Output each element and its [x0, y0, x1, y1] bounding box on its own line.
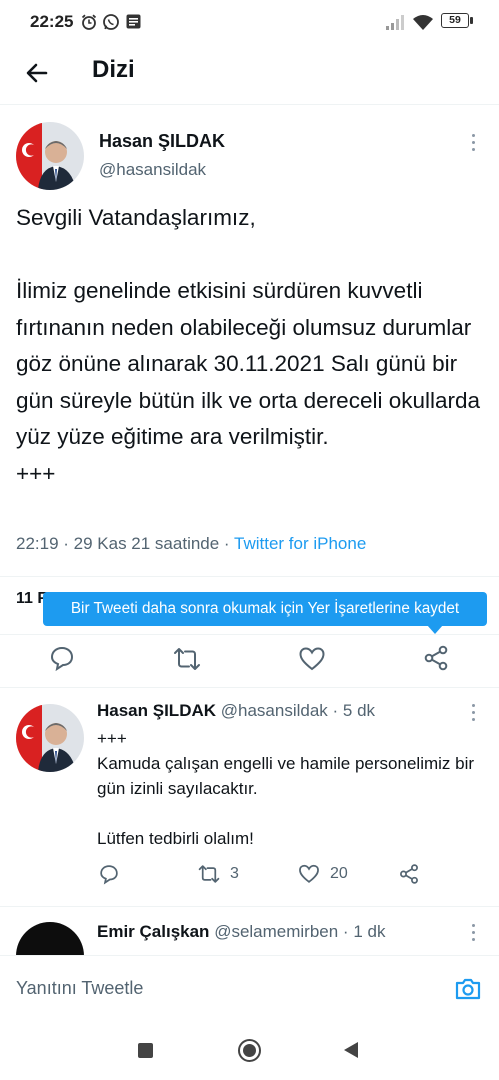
reply-icon[interactable]	[48, 644, 76, 672]
status-time: 22:25	[30, 12, 74, 31]
back-button[interactable]	[343, 1041, 359, 1059]
next-handle-time[interactable]: @selamemirben · 1 dk	[214, 922, 385, 941]
tweet-timestamp: 22:19 · 29 Kas 21 saatinde ·	[16, 534, 235, 553]
battery-icon: 59	[441, 13, 469, 28]
recent-apps-button[interactable]	[138, 1043, 153, 1058]
avatar[interactable]	[16, 704, 84, 772]
system-nav-bar	[0, 1021, 499, 1080]
battery-tip	[470, 17, 473, 24]
author-handle[interactable]: @hasansildak	[99, 160, 206, 180]
more-options-icon[interactable]	[472, 924, 476, 945]
reply-composer[interactable]: Yanıtını Tweetle	[0, 955, 499, 1022]
camera-icon[interactable]	[454, 975, 482, 1003]
like-icon[interactable]	[298, 863, 320, 885]
avatar-image	[16, 704, 84, 772]
more-options-icon[interactable]	[472, 704, 476, 725]
whatsapp-icon	[103, 14, 119, 30]
tweet-meta: 22:19 · 29 Kas 21 saatinde · Twitter for…	[16, 534, 366, 554]
bookmark-tooltip[interactable]: Bir Tweeti daha sonra okumak için Yer İş…	[43, 592, 487, 626]
share-icon[interactable]	[398, 863, 420, 885]
alarm-icon	[81, 14, 97, 30]
reply-handle-time[interactable]: @hasansildak · 5 dk	[221, 701, 375, 720]
divider	[0, 576, 499, 577]
divider	[0, 906, 499, 907]
more-options-icon[interactable]	[472, 134, 476, 155]
like-icon[interactable]	[298, 645, 326, 673]
tooltip-arrow	[427, 625, 443, 634]
retweet-icon[interactable]	[198, 863, 220, 885]
reply-icon[interactable]	[98, 863, 120, 885]
author-name[interactable]: Hasan ŞILDAK	[99, 131, 225, 152]
wifi-icon	[413, 15, 433, 30]
status-bar: 22:25 59	[0, 0, 499, 42]
home-button[interactable]	[238, 1039, 261, 1062]
message-icon	[126, 14, 141, 29]
home-button-inner	[243, 1044, 256, 1057]
reply-text: +++ Kamuda çalışan engelli ve hamile per…	[97, 729, 475, 848]
tweet-source-link[interactable]: Twitter for iPhone	[234, 534, 366, 553]
page-title: Dizi	[92, 56, 135, 83]
like-count: 20	[330, 865, 348, 882]
share-icon[interactable]	[422, 644, 450, 672]
reply-author-name[interactable]: Hasan ŞILDAK	[97, 701, 216, 720]
reply-input[interactable]: Yanıtını Tweetle	[16, 978, 143, 999]
retweet-icon[interactable]	[173, 645, 201, 673]
divider	[0, 634, 499, 635]
avatar[interactable]	[16, 122, 84, 190]
tweet-text: Sevgili Vatandaşlarımız, İlimiz genelind…	[16, 205, 481, 486]
next-tweet-header: Emir Çalışkan @selamemirben · 1 dk	[97, 922, 385, 942]
back-arrow-icon[interactable]	[22, 58, 52, 88]
avatar-image	[16, 122, 84, 190]
next-author-name[interactable]: Emir Çalışkan	[97, 922, 209, 941]
signal-icon	[386, 15, 404, 30]
divider	[0, 687, 499, 688]
reply-header: Hasan ŞILDAK @hasansildak · 5 dk	[97, 701, 375, 721]
app-header: Dizi	[0, 42, 499, 105]
retweet-count: 3	[230, 865, 239, 882]
battery-level: 59	[449, 14, 461, 26]
